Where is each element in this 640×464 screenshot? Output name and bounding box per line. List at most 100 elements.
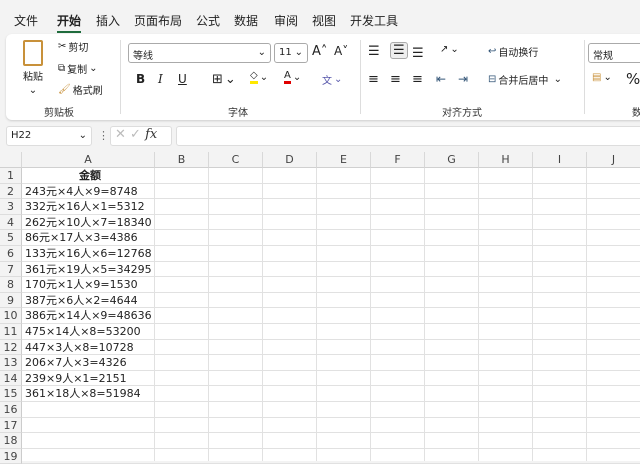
row-header-4[interactable]: 4 <box>0 214 22 231</box>
row-header-14[interactable]: 14 <box>0 370 22 387</box>
cell-A2[interactable]: 243元×4人×9=8748 <box>22 184 155 200</box>
tab-8[interactable]: 开发工具 <box>350 12 398 29</box>
increase-indent-button[interactable]: ⇥ <box>458 72 468 86</box>
cell-A13[interactable]: 206×7人×3=4326 <box>22 355 155 371</box>
align-left-button[interactable]: ≡ <box>368 72 379 87</box>
font-color-button[interactable]: A ⌄ <box>284 70 301 84</box>
format-painter-button[interactable]: 🖌 格式刷 <box>58 82 103 97</box>
row-header-8[interactable]: 8 <box>0 277 22 293</box>
align-center-button[interactable]: ≡ <box>390 72 401 87</box>
percent-button[interactable]: % <box>626 70 640 88</box>
orientation-button[interactable]: ↗ ⌄ <box>440 44 459 55</box>
name-box[interactable]: H22 ⌄ <box>6 126 92 146</box>
column-header-F[interactable]: F <box>371 152 425 168</box>
row-header-11[interactable]: 11 <box>0 324 22 340</box>
phonetic-button[interactable]: 文 ⌄ <box>322 72 342 87</box>
cell-A3[interactable]: 332元×16人×1=5312 <box>22 199 155 215</box>
row-header-9[interactable]: 9 <box>0 292 22 309</box>
cell-A5[interactable]: 86元×17人×3=4386 <box>22 230 155 246</box>
column-header-A[interactable]: A <box>22 152 155 168</box>
row-header-5[interactable]: 5 <box>0 230 22 246</box>
row-header-17[interactable]: 17 <box>0 417 22 434</box>
spreadsheet-grid[interactable]: A B C D E F G H I J 1 金额 2 243元×4人×9=8748 3 332元×16人×1=… <box>0 152 640 464</box>
row-header-16[interactable]: 16 <box>0 402 22 418</box>
row-header-10[interactable]: 10 <box>0 308 22 324</box>
increase-font-button[interactable]: A˄ <box>312 44 327 59</box>
cell-A10[interactable]: 386元×14人×9=48636 <box>22 308 155 324</box>
tab-2[interactable]: 插入 <box>96 12 120 29</box>
bold-button[interactable]: B <box>136 72 145 86</box>
merge-center-button[interactable]: ⊟ 合并后居中 ⌄ <box>488 72 562 87</box>
column-header-B[interactable]: B <box>155 152 209 168</box>
row-header-6[interactable]: 6 <box>0 246 22 262</box>
row-header-19[interactable]: 19 <box>0 448 22 464</box>
tab-1[interactable]: 开始 <box>57 12 82 33</box>
cell-A4[interactable]: 262元×10人×7=18340 <box>22 215 155 231</box>
cancel-icon[interactable]: ✕ <box>115 127 126 142</box>
cell-A15[interactable]: 361×18人×8=51984 <box>22 386 155 402</box>
row-header-2[interactable]: 2 <box>0 183 22 200</box>
column-header-I[interactable]: I <box>533 152 587 168</box>
tab-5[interactable]: 数据 <box>234 12 258 29</box>
column-header-E[interactable]: E <box>317 152 371 168</box>
paste-button[interactable]: 粘贴 ⌄ <box>18 40 48 96</box>
paint-bucket-icon: ◇ <box>250 70 258 84</box>
enter-icon[interactable]: ✓ <box>130 127 141 142</box>
font-name-select[interactable]: 等线 ⌄ <box>128 43 271 63</box>
cell-A14[interactable]: 239×9人×1=2151 <box>22 371 155 387</box>
cut-button[interactable]: ✂ 剪切 <box>58 39 88 54</box>
column-header-D[interactable]: D <box>263 152 317 168</box>
row-header-3[interactable]: 3 <box>0 199 22 215</box>
decrease-font-button[interactable]: A˅ <box>334 44 348 58</box>
align-bottom-button[interactable]: ☰ <box>412 46 424 61</box>
row-header-12[interactable]: 12 <box>0 339 22 356</box>
column-header-C[interactable]: C <box>209 152 263 168</box>
row-header-13[interactable]: 13 <box>0 355 22 371</box>
currency-icon: ▤ <box>592 72 602 83</box>
wrap-text-button[interactable]: ↩ 自动换行 <box>488 44 538 59</box>
insert-function-icon[interactable]: fx <box>145 127 157 142</box>
font-color-icon: A <box>284 70 291 84</box>
row-header-1[interactable]: 1 <box>0 168 22 184</box>
italic-button[interactable]: I <box>158 72 163 86</box>
border-button[interactable]: ⊞ ⌄ <box>212 72 236 87</box>
font-group-label: 字体 <box>228 108 248 119</box>
underline-button[interactable]: U <box>178 72 187 86</box>
accounting-format-button[interactable]: ▤ ⌄ <box>592 72 612 83</box>
fill-color-button[interactable]: ◇ ⌄ <box>250 70 268 84</box>
row-header-18[interactable]: 18 <box>0 433 22 449</box>
phonetic-icon: 文 <box>322 76 332 87</box>
font-size-select[interactable]: 11 ⌄ <box>274 43 308 63</box>
row-header-7[interactable]: 7 <box>0 261 22 278</box>
column-header-J[interactable]: J <box>587 152 640 168</box>
cell-A6[interactable]: 133元×16人×6=12768 <box>22 246 155 262</box>
border-icon: ⊞ <box>212 72 223 87</box>
cell-A8[interactable]: 170元×1人×9=1530 <box>22 277 155 293</box>
tab-4[interactable]: 公式 <box>196 12 220 29</box>
tab-3[interactable]: 页面布局 <box>134 12 182 29</box>
column-header-H[interactable]: H <box>479 152 533 168</box>
align-right-button[interactable]: ≡ <box>412 72 423 87</box>
column-header-G[interactable]: G <box>425 152 479 168</box>
tab-7[interactable]: 视图 <box>312 12 336 29</box>
cell-A1[interactable]: 金额 <box>22 168 155 184</box>
divider <box>360 40 361 114</box>
cell-A9[interactable]: 387元×6人×2=4644 <box>22 293 155 309</box>
tab-0[interactable]: 文件 <box>14 12 38 29</box>
align-top-button[interactable]: ☰ <box>368 44 380 59</box>
align-middle-button[interactable]: ☰ <box>390 42 408 59</box>
copy-icon: ⧉ <box>58 63 66 74</box>
divider <box>120 40 121 114</box>
copy-button[interactable]: ⧉ 复制 ⌄ <box>58 61 98 76</box>
cell-A11[interactable]: 475×14人×8=53200 <box>22 324 155 340</box>
formula-input[interactable] <box>176 126 640 146</box>
select-all-corner[interactable] <box>0 152 22 168</box>
tab-6[interactable]: 审阅 <box>274 12 298 29</box>
gridline <box>22 416 640 418</box>
number-format-select[interactable]: 常规 <box>588 43 640 63</box>
decrease-indent-button[interactable]: ⇤ <box>436 72 446 86</box>
cell-A12[interactable]: 447×3人×8=10728 <box>22 340 155 356</box>
row-header-15[interactable]: 15 <box>0 386 22 402</box>
gridline <box>22 447 640 449</box>
cell-A7[interactable]: 361元×19人×5=34295 <box>22 262 155 278</box>
